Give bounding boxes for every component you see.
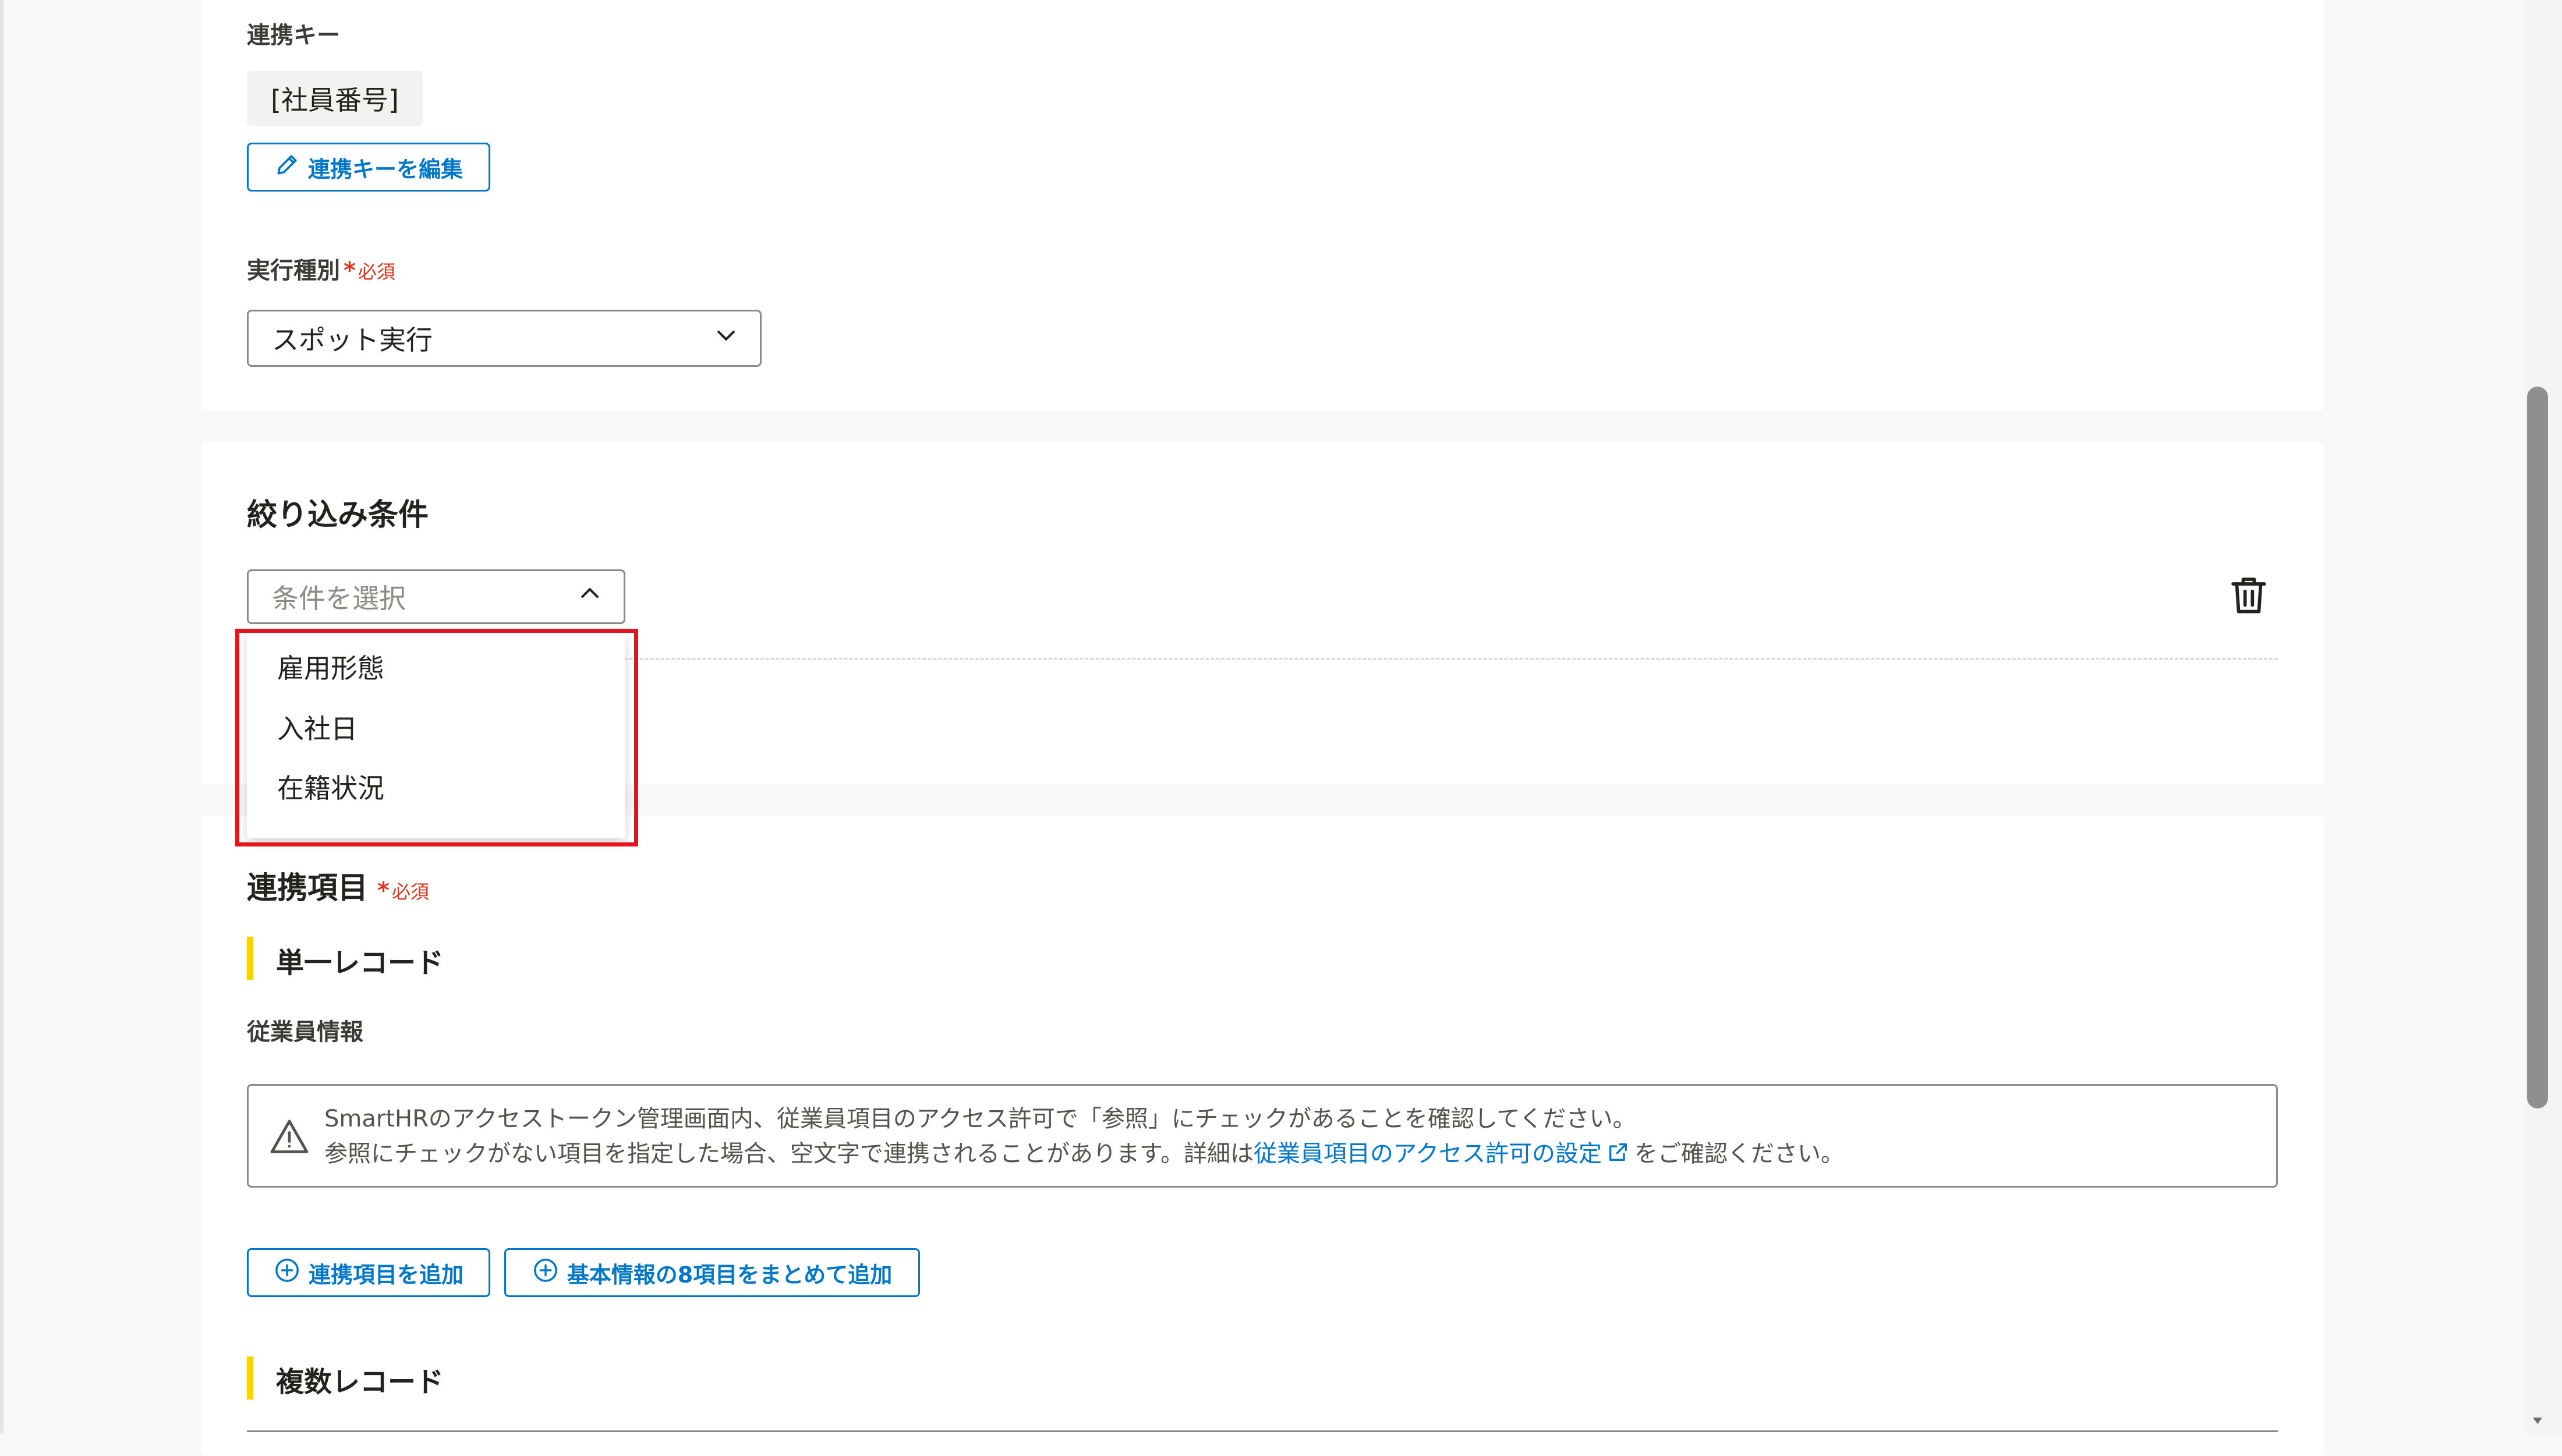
trash-icon [2227,578,2271,621]
add-basic-info-button[interactable]: 基本情報の8項目をまとめて追加 [504,1248,920,1297]
run-type-select-value: スポット実行 [272,324,433,356]
chevron-down-icon [713,323,739,355]
key-value-chip: [社員番号] [247,71,423,126]
external-link-icon [1606,1140,1630,1170]
scroll-down-arrow-icon[interactable] [2531,1414,2545,1427]
items-heading: 連携項目 [247,871,369,906]
add-item-button-label: 連携項目を追加 [308,1262,463,1288]
filter-condition-placeholder: 条件を選択 [272,583,406,614]
items-heading-row: 連携項目 * 必須 [247,863,429,907]
access-permission-link[interactable]: 従業員項目のアクセス許可の設定 [1254,1140,1602,1167]
key-label: 連携キー [247,22,340,49]
filter-condition-select[interactable]: 条件を選択 [247,569,625,624]
pencil-icon [274,152,300,183]
delete-condition-button[interactable] [2227,572,2271,618]
items-required-star: * [377,877,390,904]
run-type-select[interactable]: スポット実行 [247,310,762,367]
multi-record-bar [247,1356,253,1400]
highlight-box [235,629,638,846]
required-text: 必須 [358,261,395,283]
run-type-label-row: 実行種別 * 必須 [247,251,395,285]
alert-line-2-post: をご確認ください。 [1634,1140,1844,1167]
run-type-label: 実行種別 [247,257,340,284]
filter-heading: 絞り込み条件 [247,498,429,533]
chevron-up-icon [577,581,603,613]
alert-line-1: SmartHRのアクセストークン管理画面内、従業員項目のアクセス許可で「参照」に… [324,1106,1636,1132]
alert-line-2: 参照にチェックがない項目を指定した場合、空文字で連携されることがあります。詳細は… [324,1135,1844,1170]
single-record-bar [247,937,253,980]
edit-key-button[interactable]: 連携キーを編集 [247,143,490,192]
employee-info-label: 従業員情報 [247,1019,363,1046]
next-field-edge [247,1430,2278,1432]
plus-circle-icon [532,1257,559,1289]
required-star: * [344,257,356,284]
items-required-text: 必須 [391,881,429,903]
scrollbar-thumb[interactable] [2527,387,2548,1108]
plus-circle-icon [274,1257,300,1289]
multi-record-heading: 複数レコード [276,1366,444,1398]
access-permission-alert: SmartHRのアクセストークン管理画面内、従業員項目のアクセス許可で「参照」に… [247,1084,2278,1188]
alert-line-2-pre: 参照にチェックがない項目を指定した場合、空文字で連携されることがあります。詳細は [324,1140,1254,1167]
add-basic-info-button-label: 基本情報の8項目をまとめて追加 [567,1262,893,1288]
single-record-heading: 単一レコード [276,947,444,979]
edit-key-button-label: 連携キーを編集 [307,156,463,182]
warning-icon [268,1116,310,1160]
window-left-edge [0,0,3,1434]
add-item-button[interactable]: 連携項目を追加 [247,1248,490,1297]
